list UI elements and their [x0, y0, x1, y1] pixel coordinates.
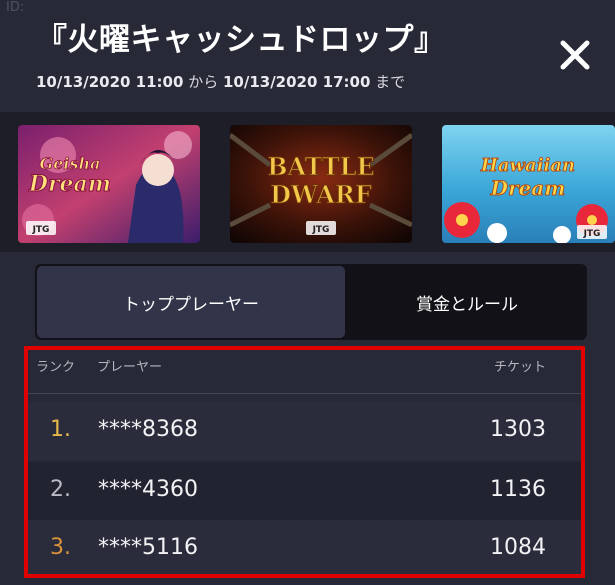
game-3-title-line1: Hawaiian [480, 155, 575, 176]
background-id-label: ID: [6, 0, 25, 15]
close-button[interactable] [556, 36, 594, 74]
game-thumbnail-hawaiian-dream: Hawaiian Dream JTG [442, 125, 615, 243]
game-thumbnail-geisha-dream: Geisha Dream JTG [18, 125, 200, 243]
game-card-geisha-dream[interactable]: Geisha Dream JTG [18, 125, 200, 243]
game-thumbnail-battle-dwarf: BATTLE DWARF JTG [230, 125, 412, 243]
game-2-title-line2: DWARF [270, 180, 372, 209]
game-3-badge: JTG [583, 229, 601, 239]
event-start-time: 10/13/2020 11:00 [36, 73, 184, 91]
tab-top-players[interactable]: トッププレーヤー [37, 266, 345, 338]
page-title: 『火曜キャッシュドロップ』 [36, 22, 446, 58]
game-1-title-line2: Dream [28, 171, 111, 197]
game-card-hawaiian-dream[interactable]: Hawaiian Dream JTG [442, 125, 615, 243]
leaderboard-tabs: トッププレーヤー 賞金とルール [35, 264, 587, 340]
tab-prizes-rules[interactable]: 賞金とルール [347, 264, 587, 340]
game-2-badge: JTG [312, 225, 330, 235]
event-end-time: 10/13/2020 17:00 [222, 73, 371, 91]
cash-drop-panel: ID: 『火曜キャッシュドロップ』 10/13/2020 11:00 から 10… [0, 0, 615, 585]
game-2-title-line1: BATTLE [267, 152, 375, 181]
game-card-battle-dwarf[interactable]: BATTLE DWARF JTG [230, 125, 412, 243]
close-icon [560, 40, 590, 70]
from-word: から [183, 73, 223, 91]
games-carousel[interactable]: Geisha Dream JTG BATTLE DWARF JTG Hawaii… [0, 112, 615, 252]
until-word: まで [370, 73, 406, 91]
event-period: 10/13/2020 11:00 から 10/13/2020 17:00 まで [36, 71, 405, 92]
leaderboard-highlight-frame [24, 346, 585, 578]
game-3-title-line2: Dream [490, 176, 566, 200]
game-1-badge: JTG [32, 225, 50, 235]
